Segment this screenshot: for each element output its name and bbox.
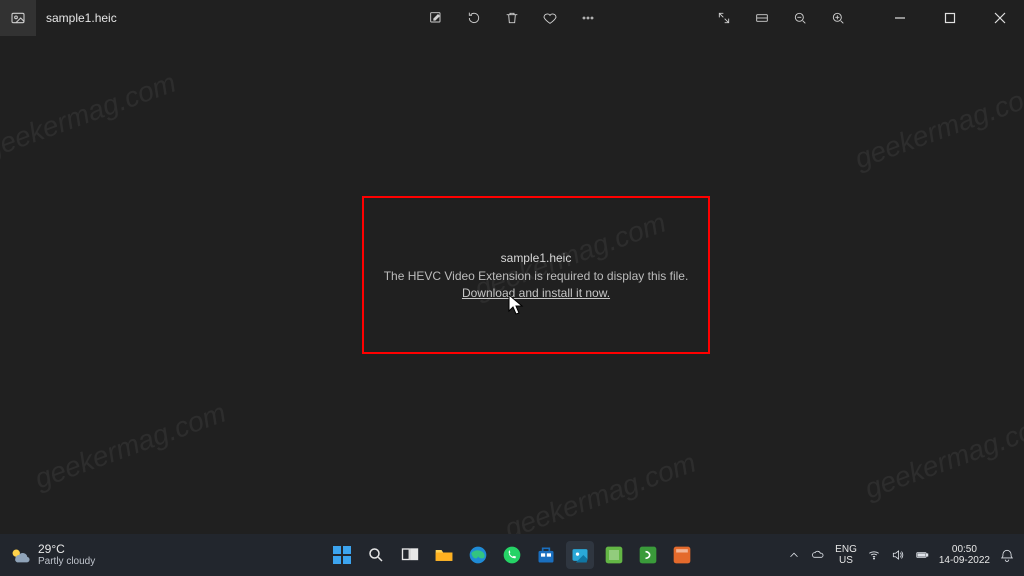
watermark: geekermag.com: [851, 77, 1024, 176]
whatsapp-button[interactable]: [498, 541, 526, 569]
edit-icon: [428, 10, 444, 26]
photos-app-window: sample1.heic: [0, 0, 1024, 534]
error-message: The HEVC Video Extension is required to …: [384, 269, 689, 283]
rotate-icon: [466, 10, 482, 26]
edge-icon: [468, 545, 488, 565]
chevron-up-icon[interactable]: [787, 548, 801, 562]
minimize-icon: [894, 12, 906, 24]
whatsapp-icon: [502, 545, 522, 565]
language-indicator[interactable]: ENG US: [835, 544, 857, 566]
close-button[interactable]: [978, 3, 1022, 33]
titlebar-right: [708, 0, 1024, 36]
app-green-button[interactable]: [600, 541, 628, 569]
camtasia-icon: [638, 545, 658, 565]
maximize-icon: [944, 12, 956, 24]
watermark: geekermag.com: [31, 397, 231, 496]
trash-icon: [504, 10, 520, 26]
watermark: geekermag.com: [861, 407, 1024, 506]
taskbar: 29°C Partly cloudy: [0, 534, 1024, 576]
store-icon: [536, 545, 556, 565]
filmstrip-button[interactable]: [746, 2, 778, 34]
delete-button[interactable]: [496, 2, 528, 34]
heart-icon: [542, 10, 558, 26]
notifications-icon[interactable]: [1000, 548, 1014, 562]
zoom-in-button[interactable]: [822, 2, 854, 34]
app-orange-button[interactable]: [668, 541, 696, 569]
windows-icon: [332, 545, 352, 565]
system-tray: ENG US 00:50 14-09-2022: [787, 544, 1024, 566]
photos-icon: [570, 545, 590, 565]
lang-secondary: US: [835, 555, 857, 566]
search-icon: [367, 546, 385, 564]
folder-icon: [434, 545, 454, 565]
fullscreen-button[interactable]: [708, 2, 740, 34]
filmstrip-icon: [754, 10, 770, 26]
window-title: sample1.heic: [36, 0, 127, 36]
zoom-in-icon: [830, 10, 846, 26]
watermark: geekermag.com: [0, 67, 180, 166]
weather-widget[interactable]: 29°C Partly cloudy: [0, 543, 95, 567]
clock-time: 00:50: [939, 544, 990, 555]
camtasia-button[interactable]: [634, 541, 662, 569]
close-icon: [994, 12, 1006, 24]
battery-icon[interactable]: [915, 548, 929, 562]
toolbar-center: [420, 0, 604, 36]
search-button[interactable]: [362, 541, 390, 569]
more-button[interactable]: [572, 2, 604, 34]
download-link[interactable]: Download and install it now.: [462, 286, 610, 300]
edge-button[interactable]: [464, 541, 492, 569]
weather-icon: [8, 544, 30, 566]
lang-primary: ENG: [835, 544, 857, 555]
zoom-out-button[interactable]: [784, 2, 816, 34]
clock[interactable]: 00:50 14-09-2022: [939, 544, 990, 566]
favorite-button[interactable]: [534, 2, 566, 34]
store-button[interactable]: [532, 541, 560, 569]
edit-button[interactable]: [420, 2, 452, 34]
fullscreen-icon: [716, 10, 732, 26]
start-button[interactable]: [328, 541, 356, 569]
minimize-button[interactable]: [878, 3, 922, 33]
onedrive-icon[interactable]: [811, 548, 825, 562]
volume-icon[interactable]: [891, 548, 905, 562]
maximize-button[interactable]: [928, 3, 972, 33]
watermark: geekermag.com: [501, 447, 701, 546]
weather-text: 29°C Partly cloudy: [38, 543, 95, 567]
titlebar-left: sample1.heic: [0, 0, 127, 36]
app-orange-icon: [672, 545, 692, 565]
wifi-icon[interactable]: [867, 548, 881, 562]
more-icon: [580, 10, 596, 26]
zoom-out-icon: [792, 10, 808, 26]
error-panel: sample1.heic The HEVC Video Extension is…: [362, 196, 710, 354]
app-icon[interactable]: [0, 0, 36, 36]
explorer-button[interactable]: [430, 541, 458, 569]
rotate-button[interactable]: [458, 2, 490, 34]
taskview-button[interactable]: [396, 541, 424, 569]
taskbar-apps: [328, 541, 696, 569]
app-green-icon: [604, 545, 624, 565]
error-filename: sample1.heic: [501, 251, 572, 265]
weather-temp: 29°C: [38, 543, 95, 556]
titlebar: sample1.heic: [0, 0, 1024, 36]
photos-button[interactable]: [566, 541, 594, 569]
weather-condition: Partly cloudy: [38, 556, 95, 567]
taskview-icon: [401, 546, 419, 564]
clock-date: 14-09-2022: [939, 555, 990, 566]
